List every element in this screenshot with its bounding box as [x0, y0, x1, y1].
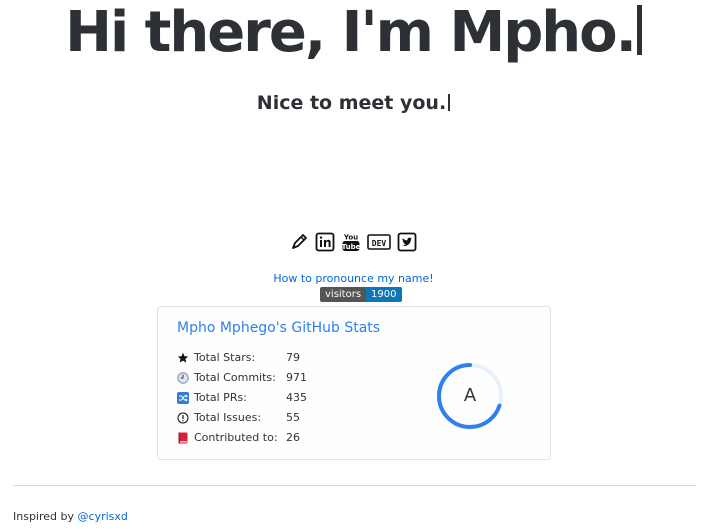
social-links: You Tube DEV: [289, 232, 417, 252]
youtube-icon[interactable]: You Tube: [341, 232, 361, 252]
footer-divider: [13, 485, 696, 486]
visitors-badge-count: 1900: [366, 287, 402, 302]
svg-text:Tube: Tube: [342, 243, 361, 251]
stat-row-contributed: Contributed to: 26: [177, 430, 347, 446]
stat-label: Total Issues:: [194, 411, 262, 424]
subheadline-text: Nice to meet you.: [256, 92, 447, 114]
stat-row-prs: Total PRs: 435: [177, 390, 347, 406]
stat-row-stars: Total Stars: 79: [177, 350, 347, 366]
stat-label: Total PRs:: [194, 391, 247, 404]
rank-letter: A: [463, 385, 477, 406]
stat-label: Total Stars:: [194, 351, 256, 364]
pronounce-name-link[interactable]: How to pronounce my name!: [0, 272, 707, 286]
pencil-icon[interactable]: [289, 232, 309, 252]
stat-value: 26: [286, 431, 300, 444]
headline-text: Hi there, I'm Mpho.: [65, 0, 637, 65]
stat-row-issues: Total Issues: 55: [177, 410, 347, 426]
visitors-badge: visitors 1900: [320, 287, 402, 302]
svg-text:DEV: DEV: [372, 239, 387, 248]
clock-icon: [177, 372, 189, 384]
stat-label: Total Commits:: [194, 371, 276, 384]
stat-value: 55: [286, 411, 300, 424]
stats-card-title: Mpho Mphego's GitHub Stats: [177, 320, 381, 336]
pull-request-icon: [177, 392, 189, 404]
linkedin-icon[interactable]: [315, 232, 335, 252]
book-icon: [177, 432, 189, 444]
stat-value: 79: [286, 351, 300, 364]
footer-prefix: Inspired by: [13, 510, 78, 523]
issue-icon: [177, 412, 189, 424]
stat-label: Contributed to:: [194, 431, 278, 444]
star-icon: [177, 352, 189, 364]
rank-circle: A: [435, 361, 505, 431]
typing-cursor: [636, 5, 642, 55]
visitors-badge-label: visitors: [320, 287, 367, 302]
footer-credit: Inspired by @cyrisxd: [13, 510, 128, 523]
headline: Hi there, I'm Mpho.: [0, 2, 707, 64]
typing-cursor-small: [448, 94, 451, 111]
stat-value: 971: [286, 371, 307, 384]
footer-link[interactable]: @cyrisxd: [78, 510, 128, 523]
dev-icon[interactable]: DEV: [367, 232, 391, 252]
stat-value: 435: [286, 391, 307, 404]
readme-page: Hi there, I'm Mpho. Nice to meet you. Yo…: [0, 0, 707, 529]
stat-row-commits: Total Commits: 971: [177, 370, 347, 386]
svg-text:You: You: [343, 234, 358, 242]
github-stats-card: Mpho Mphego's GitHub Stats Total Stars: …: [157, 306, 551, 460]
twitter-icon[interactable]: [397, 232, 417, 252]
subheadline: Nice to meet you.: [0, 90, 707, 116]
